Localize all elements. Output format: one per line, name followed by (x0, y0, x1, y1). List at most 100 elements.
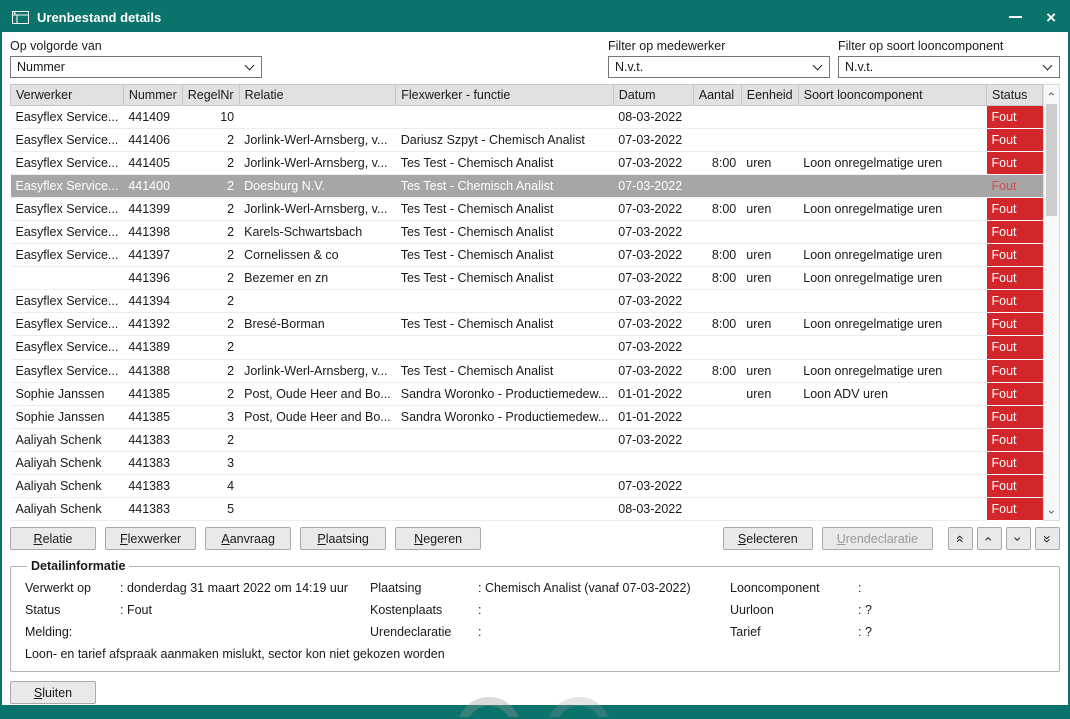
cell-aantal (693, 474, 741, 497)
move-down-button[interactable]: › (1006, 527, 1031, 550)
cell-verwerker: Easyflex Service... (11, 198, 124, 221)
cell-soort-looncomponent: Loon onregelmatige uren (798, 313, 986, 336)
table-row[interactable]: Easyflex Service...4413992Jorlink-Werl-A… (11, 198, 1043, 221)
table-row[interactable]: Easyflex Service...4413982Karels-Schwart… (11, 221, 1043, 244)
status-value: : Fout (120, 603, 370, 617)
column-header-status[interactable]: Status (987, 85, 1043, 106)
cell-status: Fout (987, 428, 1043, 451)
cell-flexwerker-functie: Sandra Woronko - Productiemedew... (396, 382, 614, 405)
cell-verwerker: Aaliyah Schenk (11, 497, 124, 520)
relatie-button[interactable]: Relatie (10, 527, 96, 550)
plaatsing-button[interactable]: Plaatsing (300, 527, 386, 550)
table-row[interactable]: Sophie Janssen4413853Post, Oude Heer and… (11, 405, 1043, 428)
looncomponent-filter-select[interactable]: N.v.t. (838, 56, 1060, 78)
cell-eenheid (741, 221, 798, 244)
chevron-down-icon (1043, 61, 1053, 71)
scroll-to-bottom-button[interactable]: » (1035, 527, 1060, 550)
cell-regelnr: 2 (182, 152, 239, 175)
column-header-datum[interactable]: Datum (613, 85, 693, 106)
cell-soort-looncomponent (798, 451, 986, 474)
cell-status: Fout (987, 106, 1043, 129)
column-header-aantal[interactable]: Aantal (693, 85, 741, 106)
table-row[interactable]: Sophie Janssen4413852Post, Oude Heer and… (11, 382, 1043, 405)
table-row[interactable]: Easyflex Service...4413972Cornelissen & … (11, 244, 1043, 267)
kostenplaats-value: : (478, 603, 730, 617)
column-header-eenheid[interactable]: Eenheid (741, 85, 798, 106)
cell-nummer: 441398 (123, 221, 182, 244)
table-row[interactable]: Easyflex Service...4413922Bresé-BormanTe… (11, 313, 1043, 336)
cell-soort-looncomponent (798, 336, 986, 359)
sort-select[interactable]: Nummer (10, 56, 262, 78)
cell-eenheid (741, 336, 798, 359)
cell-regelnr: 2 (182, 336, 239, 359)
cell-nummer: 441405 (123, 152, 182, 175)
column-header-regelnr[interactable]: RegelNr (182, 85, 239, 106)
cell-datum: 07-03-2022 (613, 428, 693, 451)
table-row[interactable]: Easyflex Service...4413882Jorlink-Werl-A… (11, 359, 1043, 382)
cell-status: Fout (987, 290, 1043, 313)
cell-status: Fout (987, 221, 1043, 244)
cell-status: Fout (987, 497, 1043, 520)
table-row[interactable]: Aaliyah Schenk441383207-03-2022Fout (11, 428, 1043, 451)
sort-label: Op volgorde van (10, 39, 262, 53)
table-row[interactable]: Easyflex Service...4414062Jorlink-Werl-A… (11, 129, 1043, 152)
cell-aantal (693, 129, 741, 152)
cell-verwerker: Easyflex Service... (11, 290, 124, 313)
cell-verwerker: Easyflex Service... (11, 221, 124, 244)
column-header-nummer[interactable]: Nummer (123, 85, 182, 106)
column-header-verwerker[interactable]: Verwerker (11, 85, 124, 106)
cell-relatie: Bezemer en zn (239, 267, 396, 290)
cell-datum: 08-03-2022 (613, 106, 693, 129)
scroll-to-top-button[interactable]: « (948, 527, 973, 550)
cell-eenheid (741, 474, 798, 497)
table-row[interactable]: Easyflex Service...4414002Doesburg N.V.T… (11, 175, 1043, 198)
flexwerker-button[interactable]: Flexwerker (105, 527, 196, 550)
cell-nummer: 441383 (123, 497, 182, 520)
table-row[interactable]: Aaliyah Schenk4413833Fout (11, 451, 1043, 474)
cell-regelnr: 2 (182, 290, 239, 313)
selecteren-button[interactable]: Selecteren (723, 527, 813, 550)
table-row[interactable]: Easyflex Service...4414091008-03-2022Fou… (11, 106, 1043, 129)
cell-eenheid: uren (741, 382, 798, 405)
sluiten-button[interactable]: Sluiten (10, 681, 96, 704)
cell-eenheid (741, 405, 798, 428)
column-header-flexwerker-functie[interactable]: Flexwerker - functie (396, 85, 614, 106)
table-row[interactable]: Easyflex Service...441389207-03-2022Fout (11, 336, 1043, 359)
aanvraag-button[interactable]: Aanvraag (205, 527, 291, 550)
minimize-button[interactable] (1009, 16, 1022, 18)
cell-regelnr: 3 (182, 405, 239, 428)
table-row[interactable]: Easyflex Service...441394207-03-2022Fout (11, 290, 1043, 313)
cell-nummer: 441392 (123, 313, 182, 336)
scrollbar-up-icon[interactable]: ‹ (1044, 85, 1059, 102)
cell-aantal: 8:00 (693, 267, 741, 290)
cell-eenheid: uren (741, 359, 798, 382)
urenbestand-table-area: VerwerkerNummerRegelNrRelatieFlexwerker … (10, 84, 1060, 521)
table-row[interactable]: Aaliyah Schenk441383508-03-2022Fout (11, 497, 1043, 520)
cell-status: Fout (987, 474, 1043, 497)
detail-info-panel: Detailinformatie Verwerkt op : donderdag… (10, 559, 1060, 672)
negeren-button[interactable]: Negeren (395, 527, 481, 550)
table-row[interactable]: 4413962Bezemer en znTes Test - Chemisch … (11, 267, 1043, 290)
vertical-scrollbar[interactable]: ‹ › (1043, 84, 1060, 521)
close-button[interactable]: × (1046, 9, 1056, 26)
cell-datum: 07-03-2022 (613, 129, 693, 152)
cell-eenheid (741, 129, 798, 152)
table-row[interactable]: Aaliyah Schenk441383407-03-2022Fout (11, 474, 1043, 497)
cell-verwerker: Easyflex Service... (11, 175, 124, 198)
scrollbar-thumb[interactable] (1046, 104, 1057, 216)
move-up-button[interactable]: ‹ (977, 527, 1002, 550)
column-header-relatie[interactable]: Relatie (239, 85, 396, 106)
medewerker-filter-select[interactable]: N.v.t. (608, 56, 830, 78)
column-header-soort-looncomponent[interactable]: Soort looncomponent (798, 85, 986, 106)
scrollbar-down-icon[interactable]: › (1044, 503, 1059, 520)
scrollbar-track[interactable] (1044, 102, 1059, 503)
cell-flexwerker-functie (396, 106, 614, 129)
title-bar: Urenbestand details × (2, 2, 1068, 32)
table-row[interactable]: Easyflex Service...4414052Jorlink-Werl-A… (11, 152, 1043, 175)
cell-relatie: Post, Oude Heer and Bo... (239, 405, 396, 428)
cell-eenheid (741, 428, 798, 451)
cell-datum: 07-03-2022 (613, 175, 693, 198)
cell-datum: 01-01-2022 (613, 382, 693, 405)
cell-regelnr: 2 (182, 221, 239, 244)
cell-flexwerker-functie: Tes Test - Chemisch Analist (396, 313, 614, 336)
